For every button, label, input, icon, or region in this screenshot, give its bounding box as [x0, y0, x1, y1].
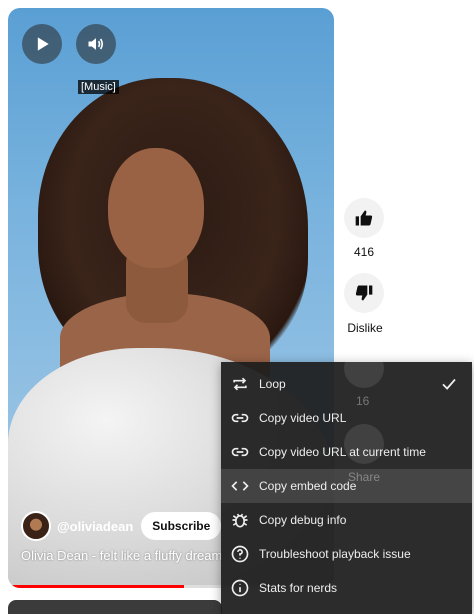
loop-icon — [230, 374, 250, 394]
next-video-thumbnail[interactable] — [8, 600, 222, 614]
help-icon — [230, 544, 250, 564]
like-button[interactable] — [344, 198, 384, 238]
play-button[interactable] — [22, 24, 62, 64]
volume-button[interactable] — [76, 24, 116, 64]
thumbs-down-icon — [355, 285, 373, 301]
dislike-action — [344, 273, 384, 313]
like-action: 416 — [344, 198, 384, 259]
info-icon — [230, 578, 250, 598]
like-count: 416 — [353, 245, 375, 259]
subscribe-button[interactable]: Subscribe — [141, 512, 222, 540]
bug-icon — [230, 510, 250, 530]
menu-item-label: Loop — [259, 377, 286, 391]
menu-item-label: Copy debug info — [259, 513, 347, 527]
check-icon — [440, 375, 458, 393]
menu-item-copy-embed-code[interactable]: Copy embed code — [221, 469, 472, 503]
link-icon — [230, 442, 250, 462]
closed-caption: [Music] — [78, 80, 119, 94]
link-icon — [230, 408, 250, 428]
menu-item-label: Stats for nerds — [259, 581, 338, 595]
dislike-button[interactable] — [344, 273, 384, 313]
player-context-menu: 16 Share Loop Copy video URL Copy video … — [221, 348, 472, 614]
progress-bar-fill — [8, 585, 185, 588]
menu-item-troubleshoot[interactable]: Troubleshoot playback issue — [221, 537, 472, 571]
code-icon — [230, 476, 250, 496]
menu-item-label: Copy video URL — [259, 411, 347, 425]
menu-item-copy-url-at-time[interactable]: Copy video URL at current time — [221, 435, 472, 469]
video-title[interactable]: Olivia Dean - felt like a fluffy dream !… — [21, 548, 237, 563]
menu-item-label: Copy embed code — [259, 479, 357, 493]
channel-avatar[interactable] — [21, 511, 51, 541]
menu-item-copy-url[interactable]: Copy video URL — [221, 401, 472, 435]
play-icon — [37, 37, 49, 51]
menu-item-label: Troubleshoot playback issue — [259, 547, 411, 561]
volume-icon — [88, 38, 104, 50]
video-frame-face — [108, 148, 204, 268]
channel-row: @oliviadean Subscribe — [21, 511, 222, 541]
menu-item-label: Copy video URL at current time — [259, 445, 426, 459]
dislike-label: Dislike — [347, 321, 383, 335]
thumbs-up-icon — [355, 210, 373, 226]
dislike-label-wrap: Dislike — [330, 319, 400, 337]
menu-item-stats-for-nerds[interactable]: Stats for nerds — [221, 571, 472, 605]
menu-item-loop[interactable]: Loop — [221, 367, 472, 401]
menu-item-copy-debug-info[interactable]: Copy debug info — [221, 503, 472, 537]
channel-handle[interactable]: @oliviadean — [57, 519, 133, 534]
